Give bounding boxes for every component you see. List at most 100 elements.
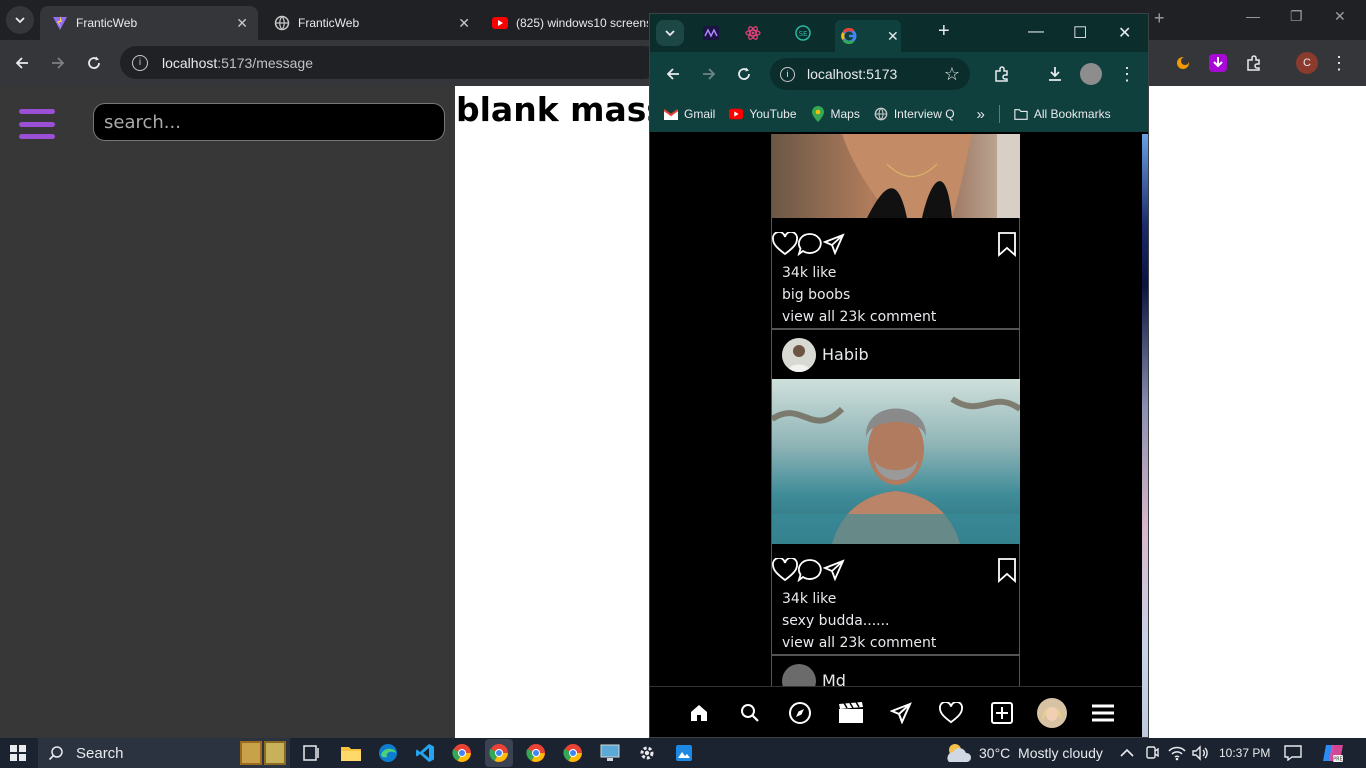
minimize-button[interactable]: — bbox=[1028, 23, 1044, 41]
vite-logo-icon bbox=[52, 15, 68, 31]
close-tab-icon[interactable]: ✕ bbox=[887, 28, 899, 45]
address-bar[interactable]: i localhost:5173/message bbox=[120, 46, 660, 79]
explore-icon[interactable] bbox=[785, 698, 815, 728]
maximize-button[interactable]: ☐ bbox=[1073, 23, 1087, 43]
tab-franticweb[interactable]: FranticWeb ✕ bbox=[262, 6, 480, 40]
bookmark-interview[interactable]: Interview Q bbox=[874, 107, 955, 121]
downloads-icon[interactable] bbox=[1044, 63, 1066, 85]
tab-react[interactable] bbox=[738, 22, 768, 44]
page-scrollbar[interactable] bbox=[1142, 134, 1148, 737]
reload-button[interactable] bbox=[83, 52, 105, 74]
tab-search-button[interactable] bbox=[656, 20, 684, 46]
edge-browser-icon[interactable] bbox=[377, 742, 399, 764]
download-extension-icon[interactable] bbox=[1207, 52, 1229, 74]
bookmark-maps[interactable]: Maps bbox=[811, 106, 860, 122]
heart-icon[interactable] bbox=[936, 698, 966, 728]
comment-icon[interactable] bbox=[797, 558, 823, 582]
back-button[interactable] bbox=[11, 52, 33, 74]
bookmark-youtube[interactable]: YouTube bbox=[729, 107, 797, 121]
tab-search-button[interactable] bbox=[6, 6, 34, 34]
wifi-icon[interactable] bbox=[1168, 738, 1186, 768]
profile-avatar[interactable]: C bbox=[1296, 52, 1318, 74]
chrome-profile-icon[interactable] bbox=[525, 742, 547, 764]
view-comments-link[interactable]: view all 23k comment bbox=[772, 306, 1019, 328]
vscode-icon[interactable] bbox=[414, 742, 436, 764]
tab-franticweb-active[interactable]: FranticWeb ✕ bbox=[40, 6, 258, 40]
maps-icon bbox=[811, 106, 825, 122]
search-highlight-icon bbox=[264, 741, 286, 765]
user-avatar[interactable] bbox=[782, 663, 816, 686]
chrome-active-icon[interactable] bbox=[485, 739, 513, 767]
restore-button[interactable]: ❐ bbox=[1290, 8, 1303, 25]
user-avatar[interactable] bbox=[782, 337, 816, 372]
minimize-button[interactable]: — bbox=[1246, 8, 1260, 24]
windows-start-icon[interactable] bbox=[10, 745, 26, 761]
address-bar[interactable]: i localhost:5173 ☆ bbox=[770, 58, 970, 90]
tray-chevron-icon[interactable] bbox=[1120, 738, 1134, 768]
taskbar-search-box[interactable]: Search bbox=[38, 738, 290, 768]
volume-icon[interactable] bbox=[1191, 738, 1209, 768]
address-text: localhost:5173 bbox=[807, 66, 898, 82]
more-menu-icon[interactable]: ⋮ bbox=[1116, 63, 1138, 85]
close-tab-icon[interactable]: ✕ bbox=[458, 15, 470, 32]
reload-button[interactable] bbox=[733, 63, 755, 85]
bookmark-star-icon[interactable]: ☆ bbox=[944, 64, 960, 85]
extensions-puzzle-icon[interactable] bbox=[1243, 52, 1265, 74]
chrome-icon[interactable] bbox=[451, 742, 473, 764]
task-view-icon[interactable] bbox=[301, 742, 323, 764]
file-explorer-icon[interactable] bbox=[340, 742, 362, 764]
chrome-profile-icon[interactable] bbox=[562, 742, 584, 764]
search-icon[interactable] bbox=[735, 698, 765, 728]
new-tab-button[interactable]: + bbox=[1154, 8, 1165, 29]
bookmark-save-icon[interactable] bbox=[996, 231, 1018, 257]
profile-avatar[interactable] bbox=[1037, 698, 1068, 728]
tab-google-active[interactable]: ✕ bbox=[835, 20, 901, 52]
view-comments-link[interactable]: view all 23k comment bbox=[772, 632, 1019, 654]
like-heart-icon[interactable] bbox=[772, 232, 798, 256]
comment-icon[interactable] bbox=[797, 232, 823, 256]
site-info-icon[interactable]: i bbox=[780, 66, 795, 82]
home-icon[interactable] bbox=[684, 698, 714, 728]
bookmarks-overflow-button[interactable]: » bbox=[977, 106, 985, 123]
back-button[interactable] bbox=[662, 63, 684, 85]
forward-button[interactable] bbox=[47, 52, 69, 74]
hamburger-menu-icon[interactable] bbox=[19, 109, 55, 139]
extension-orange-icon[interactable] bbox=[1172, 52, 1194, 74]
tab-pinned-1[interactable] bbox=[696, 22, 726, 44]
username[interactable]: Habib bbox=[822, 345, 869, 364]
notifications-icon[interactable] bbox=[1284, 738, 1302, 768]
bookmark-gmail[interactable]: Gmail bbox=[664, 107, 715, 121]
close-window-button[interactable]: ✕ bbox=[1118, 23, 1131, 43]
share-send-icon[interactable] bbox=[823, 233, 845, 255]
weather-widget[interactable]: 30°C Mostly cloudy bbox=[943, 738, 1103, 768]
remote-desktop-icon[interactable] bbox=[599, 742, 621, 764]
reload-icon bbox=[88, 56, 100, 69]
add-post-icon[interactable] bbox=[987, 698, 1017, 728]
settings-gear-icon[interactable] bbox=[636, 742, 658, 764]
more-menu-icon[interactable]: ⋮ bbox=[1328, 52, 1350, 74]
tab-pinned-3[interactable]: SE bbox=[788, 22, 818, 44]
like-heart-icon[interactable] bbox=[772, 558, 798, 582]
send-icon[interactable] bbox=[886, 698, 916, 728]
new-tab-button[interactable]: + bbox=[938, 20, 950, 43]
site-info-icon[interactable]: i bbox=[132, 54, 148, 71]
tab-youtube[interactable]: (825) windows10 screens bbox=[480, 6, 648, 40]
username[interactable]: Md bbox=[822, 671, 846, 686]
clock[interactable]: 10:37 PM bbox=[1219, 738, 1270, 768]
forward-button[interactable] bbox=[698, 63, 720, 85]
meet-now-icon[interactable] bbox=[1144, 738, 1160, 768]
reels-icon[interactable] bbox=[836, 698, 866, 728]
share-send-icon[interactable] bbox=[823, 559, 845, 581]
chevron-down-icon bbox=[665, 30, 675, 37]
search-input[interactable]: search... bbox=[93, 103, 445, 141]
extensions-puzzle-icon[interactable] bbox=[991, 63, 1013, 85]
photos-icon[interactable] bbox=[673, 742, 695, 764]
menu-icon[interactable] bbox=[1088, 698, 1118, 728]
close-tab-icon[interactable]: ✕ bbox=[236, 15, 248, 32]
close-window-button[interactable]: ✕ bbox=[1334, 8, 1346, 25]
all-bookmarks-button[interactable]: All Bookmarks bbox=[1014, 107, 1111, 121]
bookmark-save-icon[interactable] bbox=[996, 557, 1018, 583]
arrow-left-icon bbox=[15, 57, 28, 69]
copilot-icon[interactable]: PRE bbox=[1322, 738, 1344, 768]
profile-avatar[interactable] bbox=[1080, 63, 1102, 85]
